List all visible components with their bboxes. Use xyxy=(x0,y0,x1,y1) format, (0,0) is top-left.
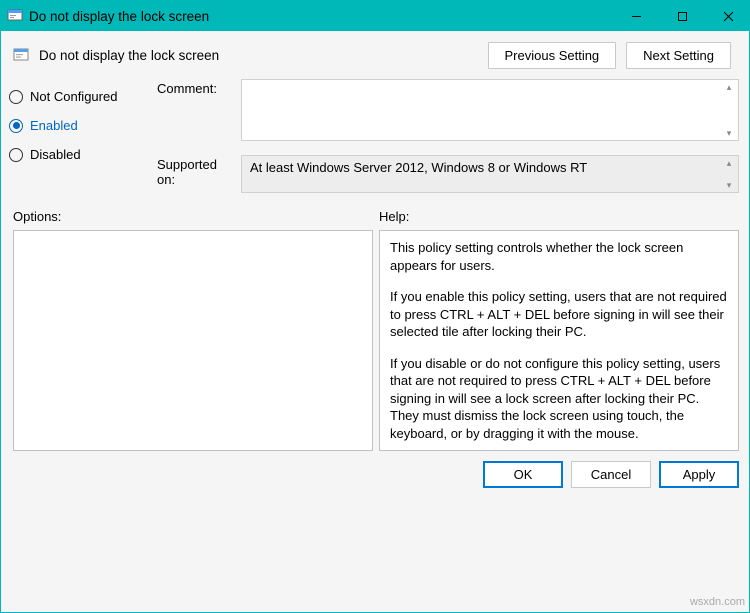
supported-label: Supported on: xyxy=(157,155,235,187)
supported-on-value: At least Windows Server 2012, Windows 8 … xyxy=(250,160,587,175)
radio-enabled[interactable]: Enabled xyxy=(9,118,145,133)
help-label: Help: xyxy=(379,209,409,224)
help-text: If you disable or do not configure this … xyxy=(390,355,728,443)
radio-label: Enabled xyxy=(30,118,78,133)
footer: OK Cancel Apply xyxy=(1,451,750,498)
radio-not-configured[interactable]: Not Configured xyxy=(9,89,145,104)
policy-name: Do not display the lock screen xyxy=(39,48,480,63)
comment-input[interactable]: ▴▾ xyxy=(241,79,739,141)
watermark: wsxdn.com xyxy=(690,596,745,608)
minimize-button[interactable] xyxy=(613,1,659,31)
ok-button[interactable]: OK xyxy=(483,461,563,488)
state-radio-group: Not Configured Enabled Disabled xyxy=(9,79,145,193)
radio-label: Disabled xyxy=(30,147,81,162)
titlebar: Do not display the lock screen xyxy=(1,1,750,31)
supported-on-box: At least Windows Server 2012, Windows 8 … xyxy=(241,155,739,193)
close-button[interactable] xyxy=(705,1,750,31)
help-text: If you enable this policy setting, users… xyxy=(390,288,728,341)
spinner-icons: ▴▾ xyxy=(722,158,736,190)
policy-icon xyxy=(13,47,31,63)
radio-icon xyxy=(9,90,23,104)
spinner-icons: ▴▾ xyxy=(722,82,736,138)
subheader: Do not display the lock screen Previous … xyxy=(1,31,750,79)
apply-button[interactable]: Apply xyxy=(659,461,739,488)
help-panel: This policy setting controls whether the… xyxy=(379,230,739,451)
help-text: This policy setting controls whether the… xyxy=(390,239,728,274)
next-setting-button[interactable]: Next Setting xyxy=(626,42,731,69)
options-panel xyxy=(13,230,373,451)
window-title: Do not display the lock screen xyxy=(29,9,613,24)
maximize-button[interactable] xyxy=(659,1,705,31)
cancel-button[interactable]: Cancel xyxy=(571,461,651,488)
comment-label: Comment: xyxy=(157,79,235,96)
radio-label: Not Configured xyxy=(30,89,117,104)
radio-disabled[interactable]: Disabled xyxy=(9,147,145,162)
options-label: Options: xyxy=(13,209,373,224)
radio-icon xyxy=(9,119,23,133)
policy-icon xyxy=(7,8,23,24)
radio-icon xyxy=(9,148,23,162)
previous-setting-button[interactable]: Previous Setting xyxy=(488,42,617,69)
